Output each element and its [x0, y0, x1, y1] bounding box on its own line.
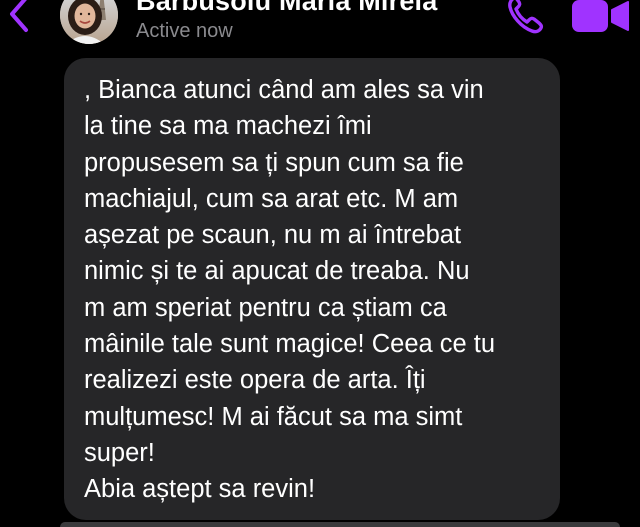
contact-status: Active now: [136, 20, 233, 42]
video-camera-icon: [572, 0, 629, 32]
back-button[interactable]: [2, 0, 36, 34]
contact-name[interactable]: Barbusoiu Maria Mirela: [136, 0, 437, 17]
message-bubble[interactable]: , Bianca atunci când am ales sa vin la t…: [64, 58, 560, 520]
next-message-edge: [60, 522, 620, 527]
phone-icon: [508, 0, 544, 34]
avatar-image: [60, 0, 118, 44]
call-button[interactable]: [505, 0, 545, 36]
chat-screen: Barbusoiu Maria Mirela Active now , Bian…: [0, 0, 640, 527]
message-text: , Bianca atunci când am ales sa vin la t…: [84, 76, 496, 504]
chevron-left-icon: [10, 0, 28, 32]
chat-header: Barbusoiu Maria Mirela Active now: [0, 0, 640, 50]
video-call-button[interactable]: [570, 0, 632, 36]
avatar[interactable]: [60, 0, 118, 44]
